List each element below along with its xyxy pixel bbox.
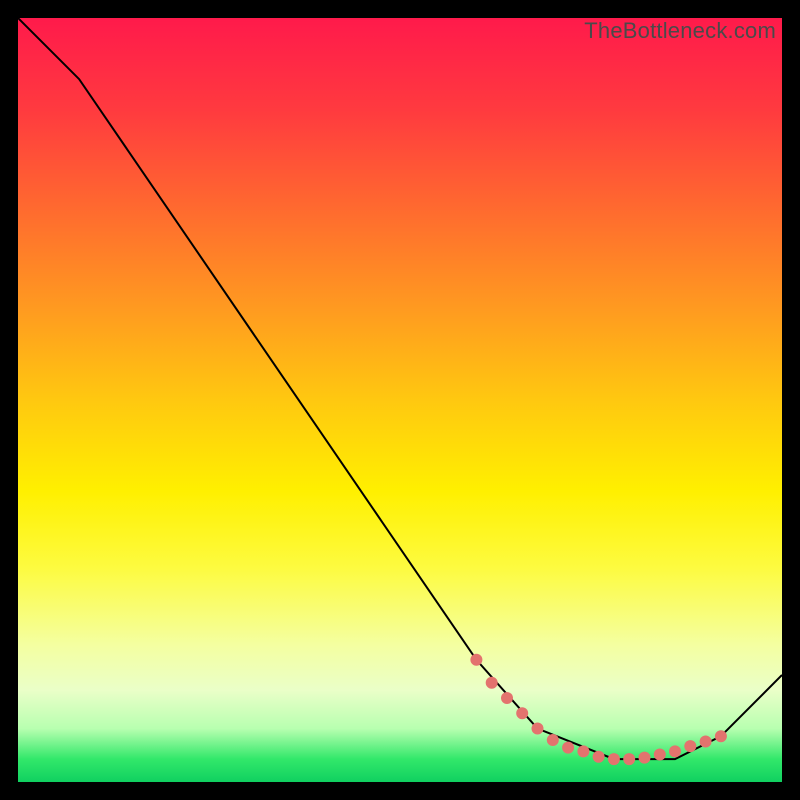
marker-dot [700,736,712,748]
marker-dot [577,745,589,757]
marker-dot [715,730,727,742]
marker-dot [532,723,544,735]
chart-frame: TheBottleneck.com [0,0,800,800]
marker-dot [547,734,559,746]
marker-dot [669,745,681,757]
marker-dot [608,753,620,765]
marker-dot [623,753,635,765]
marker-dot [562,742,574,754]
marker-dot [516,707,528,719]
marker-dot [501,692,513,704]
marker-dot [654,749,666,761]
marker-dot [684,740,696,752]
marker-dot [470,654,482,666]
marker-dot [593,751,605,763]
plot-area: TheBottleneck.com [18,18,782,782]
marker-layer [470,654,727,765]
bottleneck-curve [18,18,782,759]
curve-layer [18,18,782,759]
chart-svg [18,18,782,782]
marker-dot [486,677,498,689]
marker-dot [639,752,651,764]
